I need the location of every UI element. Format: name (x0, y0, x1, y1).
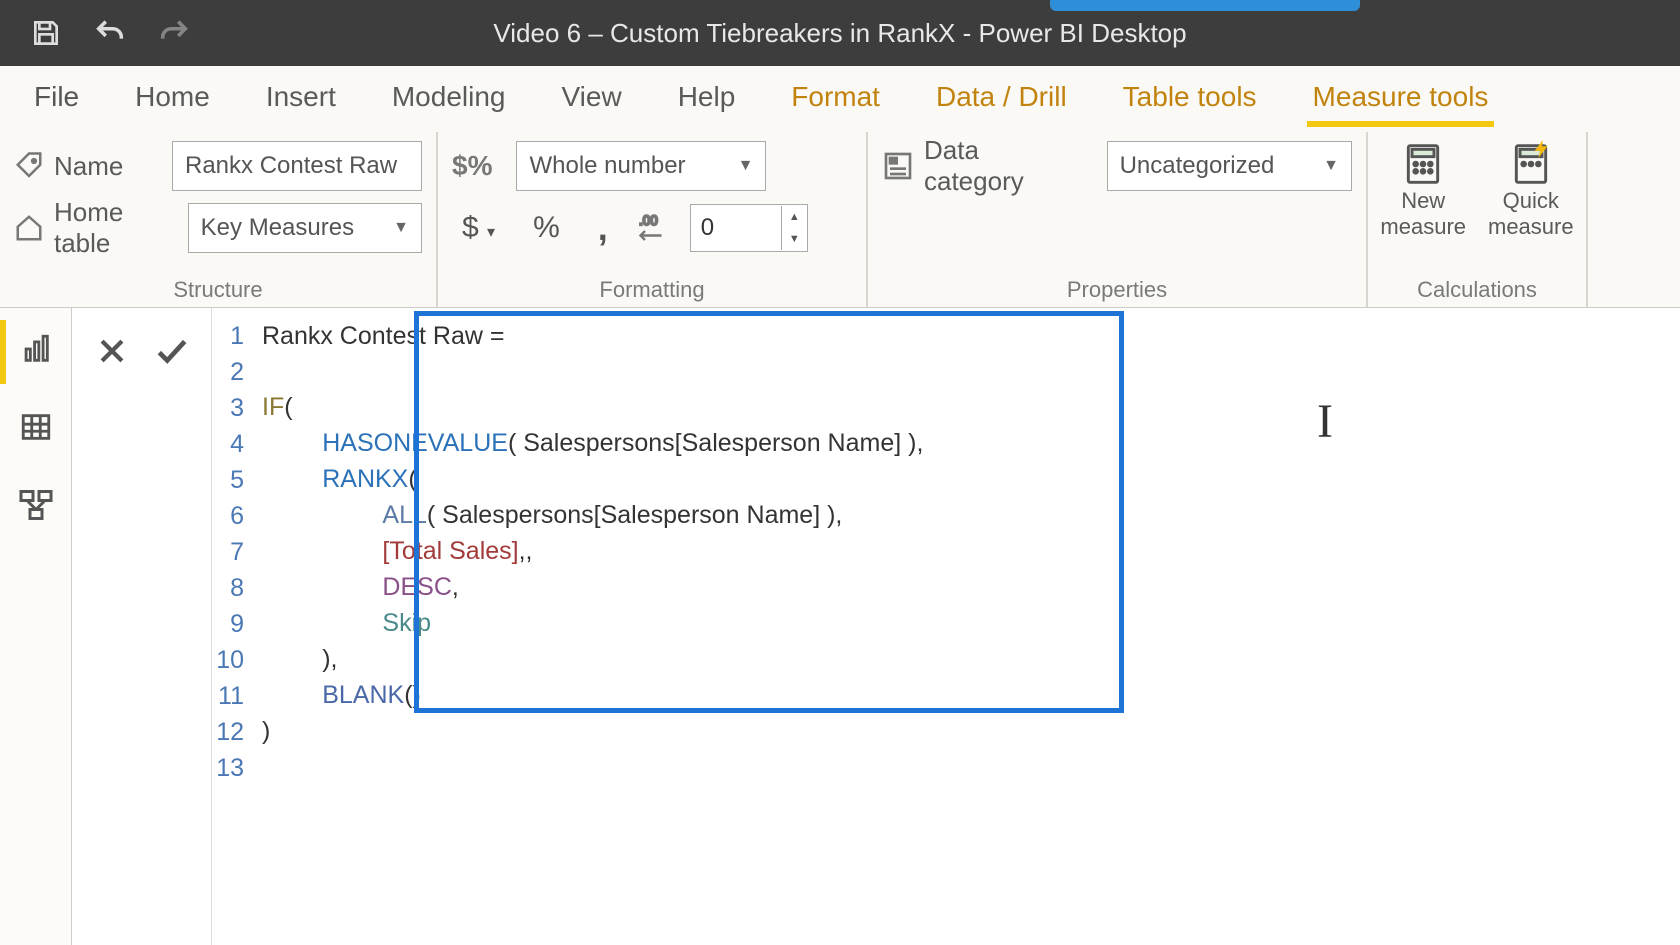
currency-button[interactable]: $ ▾ (452, 211, 505, 245)
tab-help[interactable]: Help (672, 77, 742, 117)
left-nav (0, 308, 72, 945)
chevron-down-icon: ▼ (1323, 157, 1339, 175)
group-formatting: $% Whole number ▼ $ ▾ % , .00 ▲▼ Formatt… (438, 132, 868, 307)
title-bar: Video 6 – Custom Tiebreakers in RankX - … (0, 0, 1680, 66)
chevron-down-icon: ▼ (738, 157, 754, 175)
data-category-label: Data category (924, 135, 1083, 197)
text-cursor-icon: I (1317, 394, 1333, 449)
format-value: Whole number (529, 152, 685, 180)
undo-icon[interactable] (92, 15, 128, 51)
tab-file[interactable]: File (28, 77, 85, 117)
calculator-icon (1401, 142, 1445, 186)
code-editor[interactable]: 1 2 3 4 5 6 7 8 9 10 11 12 13 Rankx Cont… (212, 308, 1680, 945)
new-measure-label-2: measure (1380, 214, 1466, 239)
commit-formula-button[interactable] (149, 328, 195, 374)
svg-text:.00: .00 (639, 213, 658, 228)
tab-modeling[interactable]: Modeling (386, 77, 512, 117)
spinner-arrows[interactable]: ▲▼ (781, 206, 807, 250)
data-category-value: Uncategorized (1120, 152, 1275, 180)
thousands-button[interactable]: , (588, 207, 618, 249)
group-label-structure: Structure (14, 277, 422, 303)
nav-active-indicator (0, 320, 6, 384)
tab-home[interactable]: Home (129, 77, 216, 117)
percent-button[interactable]: % (523, 211, 570, 245)
group-calculations: Newmeasure Quickmeasure Calculations (1368, 132, 1588, 307)
group-properties: Data category Uncategorized ▼ Properties (868, 132, 1368, 307)
tab-data-drill[interactable]: Data / Drill (930, 77, 1073, 117)
tab-insert[interactable]: Insert (260, 77, 342, 117)
main-area: 1 2 3 4 5 6 7 8 9 10 11 12 13 Rankx Cont… (0, 308, 1680, 945)
model-view-icon[interactable] (17, 486, 55, 524)
home-icon (14, 213, 44, 243)
group-label-formatting: Formatting (452, 277, 852, 303)
chevron-down-icon: ▼ (393, 219, 409, 237)
line-gutter: 1 2 3 4 5 6 7 8 9 10 11 12 13 (212, 308, 250, 786)
code-content[interactable]: Rankx Contest Raw = IF( HASONEVALUE( Sal… (250, 308, 1680, 759)
group-label-calculations: Calculations (1382, 277, 1572, 303)
data-category-select[interactable]: Uncategorized ▼ (1107, 141, 1352, 191)
tab-table-tools[interactable]: Table tools (1117, 77, 1263, 117)
ribbon-tabs: File Home Insert Modeling View Help Form… (0, 66, 1680, 128)
format-icon: $% (452, 150, 492, 182)
cancel-formula-button[interactable] (89, 328, 135, 374)
data-category-icon (882, 150, 914, 182)
redo-icon[interactable] (156, 15, 192, 51)
save-icon[interactable] (28, 15, 64, 51)
name-input[interactable] (172, 141, 422, 191)
name-label: Name (54, 151, 123, 182)
group-structure: Name Home table Key Measures ▼ Structure (0, 132, 438, 307)
home-table-select[interactable]: Key Measures ▼ (188, 203, 422, 253)
formula-controls (72, 308, 212, 945)
decimals-input[interactable] (691, 214, 781, 242)
quick-measure-label-1: Quick (1503, 188, 1559, 213)
window-title: Video 6 – Custom Tiebreakers in RankX - … (493, 18, 1186, 49)
home-table-label: Home table (54, 197, 178, 259)
tab-view[interactable]: View (556, 77, 628, 117)
tag-icon (14, 151, 44, 181)
formula-area: 1 2 3 4 5 6 7 8 9 10 11 12 13 Rankx Cont… (72, 308, 1680, 945)
quick-measure-label-2: measure (1488, 214, 1574, 239)
group-label-properties: Properties (882, 277, 1352, 303)
new-measure-label-1: New (1401, 188, 1445, 213)
tab-format[interactable]: Format (785, 77, 886, 117)
quick-measure-button[interactable]: Quickmeasure (1482, 142, 1580, 240)
tab-measure-tools[interactable]: Measure tools (1307, 77, 1495, 117)
ribbon-body: Name Home table Key Measures ▼ Structure… (0, 128, 1680, 308)
data-view-icon[interactable] (17, 408, 55, 446)
new-measure-button[interactable]: Newmeasure (1374, 142, 1472, 240)
decimal-icon[interactable]: .00 (636, 210, 672, 246)
accent-chip (1050, 0, 1360, 11)
quick-calculator-icon (1509, 142, 1553, 186)
home-table-value: Key Measures (201, 214, 354, 242)
format-select[interactable]: Whole number ▼ (516, 141, 766, 191)
report-view-icon[interactable] (17, 330, 55, 368)
decimals-spinner[interactable]: ▲▼ (690, 204, 808, 252)
